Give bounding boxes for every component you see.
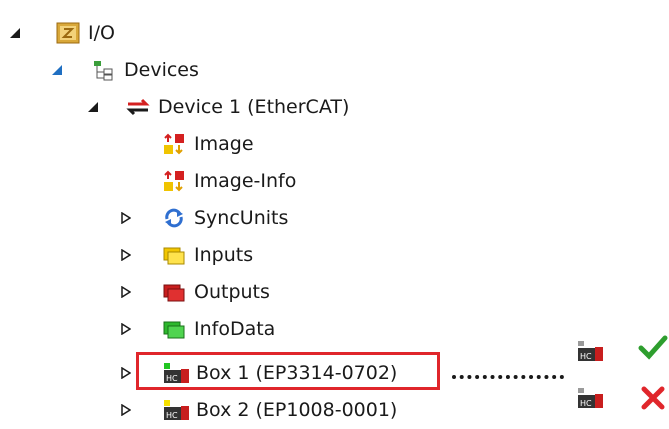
collapse-devices-toggle[interactable] [48,51,66,89]
tree-item-label: Image [194,133,254,155]
tree-item-label: SyncUnits [194,207,289,229]
tree-item-label: Outputs [194,281,270,303]
tree-item-syncunits[interactable]: SyncUnits [162,199,288,237]
box1-highlight-frame [136,352,440,390]
collapsed-triangle-icon [121,404,131,416]
sync-units-icon [162,206,186,230]
tree-item-label: InfoData [194,318,276,340]
image-info-icon [162,169,186,193]
infodata-folder-icon [162,317,186,341]
tree-item-label: I/O [88,22,115,44]
tree-item-box2[interactable]: HC Box 2 (EP1008-0001) [164,391,397,429]
outputs-folder-icon [162,280,186,304]
svg-text:HC: HC [580,352,592,361]
tree-item-inputs[interactable]: Inputs [162,236,253,274]
checkmark-icon [638,334,668,364]
expand-syncunits-toggle[interactable] [117,199,135,237]
inputs-folder-icon [162,243,186,267]
expanded-triangle-icon [10,28,20,38]
tree-item-devices[interactable]: Devices [92,51,199,89]
devices-icon [92,58,116,82]
expand-outputs-toggle[interactable] [117,273,135,311]
box-module-icon: HC [164,398,189,422]
cross-icon [640,385,666,415]
collapse-io-toggle[interactable] [6,14,24,52]
tree-item-image-info[interactable]: Image-Info [162,162,296,200]
ethercat-device-icon [126,95,150,119]
tree-item-label: Inputs [194,244,254,266]
tree-item-image[interactable]: Image [162,125,254,163]
tree-item-label: Device 1 (EtherCAT) [158,96,350,118]
io-folder-icon [56,21,80,45]
expand-infodata-toggle[interactable] [117,310,135,348]
svg-text:HC: HC [580,399,592,408]
tree-item-label: Devices [124,59,199,81]
tree-item-label: Image-Info [194,170,297,192]
collapsed-triangle-icon [121,286,131,298]
box-module-icon: HC [578,340,604,362]
collapsed-triangle-icon [121,323,131,335]
tree-item-infodata[interactable]: InfoData [162,310,275,348]
collapse-device1-toggle[interactable] [84,88,102,126]
expand-box2-toggle[interactable] [117,391,135,429]
svg-text:HC: HC [166,411,178,420]
expand-inputs-toggle[interactable] [117,236,135,274]
tree-item-device1[interactable]: Device 1 (EtherCAT) [126,88,349,126]
expanded-triangle-icon [52,65,62,75]
expand-box1-toggle[interactable] [117,354,135,392]
expanded-triangle-icon [88,102,98,112]
box-module-icon: HC [578,387,604,409]
tree-item-outputs[interactable]: Outputs [162,273,270,311]
image-icon [162,132,186,156]
collapsed-triangle-icon [121,249,131,261]
tree-item-label: Box 2 (EP1008-0001) [196,399,398,421]
collapsed-triangle-icon [121,367,131,379]
dotted-connector [452,375,564,379]
collapsed-triangle-icon [121,212,131,224]
tree-item-io[interactable]: I/O [56,14,115,52]
